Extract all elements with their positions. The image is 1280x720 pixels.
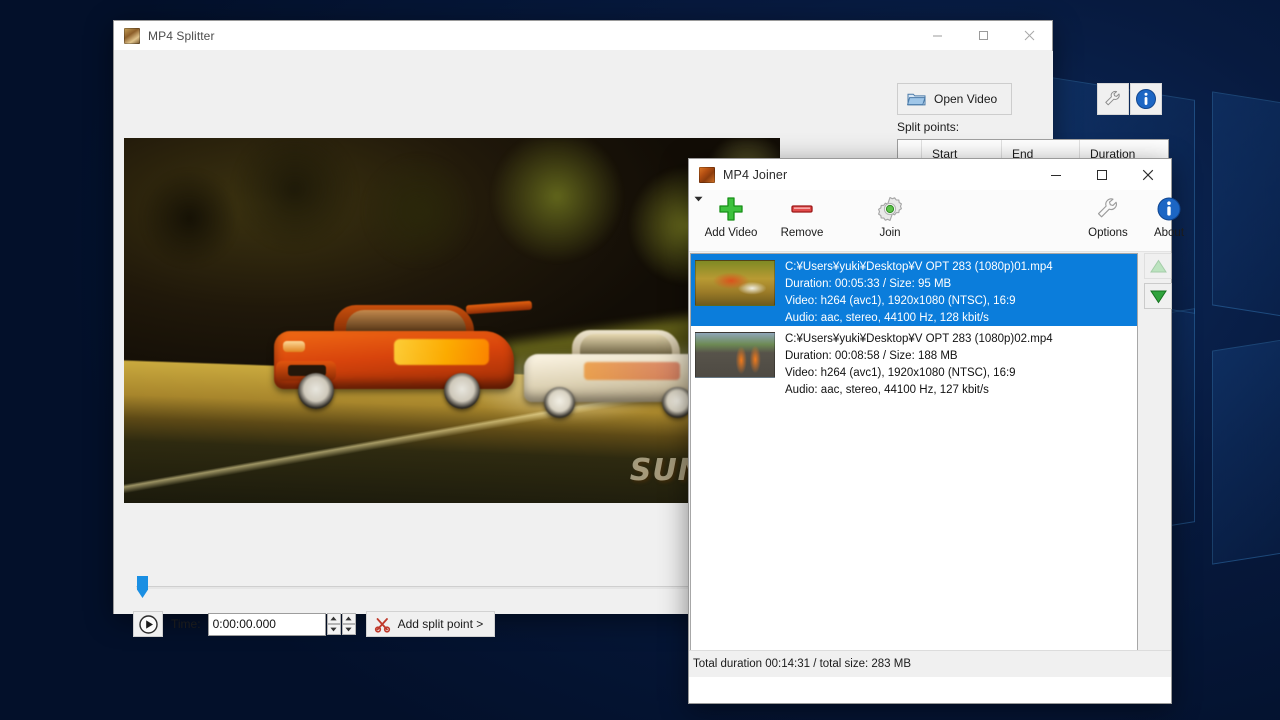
file-duration-size: Duration: 00:05:33 / Size: 95 MB [785,278,952,290]
file-video-info: Video: h264 (avc1), 1920x1080 (NTSC), 16… [785,295,1016,307]
plus-icon [718,194,744,224]
mp4-splitter-icon [124,27,140,44]
list-item[interactable]: C:¥Users¥yuki¥Desktop¥V OPT 283 (1080p)0… [691,326,1137,398]
add-split-point-label: Add split point > [397,617,484,631]
joiner-titlebar[interactable]: MP4 Joiner [689,159,1171,190]
time-input[interactable] [207,612,326,636]
joiner-status-text: Total duration 00:14:31 / total size: 28… [693,658,911,670]
chevron-down-icon [330,627,337,632]
chevron-up-icon [345,616,352,621]
joiner-title: MP4 Joiner [723,167,788,182]
joiner-maximize-button[interactable] [1079,160,1125,190]
add-split-point-button[interactable]: Add split point > [365,611,496,637]
car-rear-wing [465,300,533,315]
video-thumbnail [695,260,775,306]
play-button[interactable] [133,611,163,637]
splitter-window-controls[interactable] [914,21,1052,51]
time-spinner-coarse-down[interactable] [326,624,341,635]
file-duration-size: Duration: 00:08:58 / Size: 188 MB [785,350,958,362]
joiner-about-button[interactable]: About [1141,194,1197,248]
file-metadata: C:¥Users¥yuki¥Desktop¥V OPT 283 (1080p)0… [785,330,1053,396]
open-video-button[interactable]: Open Video [897,83,1012,115]
move-down-button[interactable] [1144,283,1172,309]
file-audio-info: Audio: aac, stereo, 44100 Hz, 128 kbit/s [785,312,989,324]
time-spinner-fine-up[interactable] [341,613,356,624]
time-label: Time: [171,617,201,631]
minus-icon [789,194,815,224]
play-icon [138,614,158,634]
chevron-down-icon [345,627,352,632]
transport-bar: Time: 0:00:00.000 Add split point > [133,611,496,637]
file-video-info: Video: h264 (avc1), 1920x1080 (NTSC), 16… [785,367,1016,379]
splitter-titlebar[interactable]: MP4 Splitter [114,21,1052,51]
joiner-body: C:¥Users¥yuki¥Desktop¥V OPT 283 (1080p)0… [689,252,1172,677]
joiner-close-button[interactable] [1125,160,1171,190]
wrench-icon [1105,90,1120,106]
joiner-minimize-button[interactable] [1033,160,1079,190]
joiner-window-controls[interactable] [1033,160,1171,190]
splitter-left-panel: SUNPROS Time: [123,51,780,637]
joiner-status-bar: Total duration 00:14:31 / total size: 28… [689,650,1171,677]
splitter-options-button[interactable] [1097,83,1129,115]
preview-orange-drift-car [274,300,533,411]
remove-label: Remove [780,227,824,239]
joiner-options-label: Options [1088,227,1128,239]
chevron-up-icon [330,616,337,621]
car-headlight [283,341,305,352]
triangle-down-icon [1149,290,1167,303]
add-video-button[interactable]: Add Video [695,194,767,248]
car-rear-wheel [444,373,480,409]
info-icon [1156,194,1182,224]
timeline[interactable] [124,576,780,602]
wallpaper-pane-top-right [1212,91,1280,331]
file-audio-info: Audio: aac, stereo, 44100 Hz, 127 kbit/s [785,384,989,396]
splitter-maximize-button[interactable] [960,21,1006,51]
move-up-button[interactable] [1144,253,1172,279]
join-label: Join [879,227,901,239]
file-path: C:¥Users¥yuki¥Desktop¥V OPT 283 (1080p)0… [785,333,1053,345]
gear-icon [876,194,904,224]
splitter-title: MP4 Splitter [148,28,215,43]
triangle-up-icon [1149,259,1167,272]
white-car-windshield [580,334,672,356]
split-points-label: Split points: [897,120,960,134]
white-car-front-wheel [544,387,575,418]
scissors-icon [374,617,390,633]
info-icon [1136,89,1156,109]
folder-icon [907,93,926,106]
joiner-toolbar: Add Video Remove Join Options About [689,190,1184,252]
joiner-about-label: About [1153,227,1185,239]
time-spinner-coarse[interactable] [326,613,341,635]
join-button[interactable]: Join [861,194,919,248]
car-livery-decal [394,339,489,365]
file-metadata: C:¥Users¥yuki¥Desktop¥V OPT 283 (1080p)0… [785,258,1053,324]
desktop: MP4 Splitter Time: 0:00:00.000 Add split… [0,0,1280,720]
time-spinner-fine-down[interactable] [341,624,356,635]
splitter-minimize-button[interactable] [914,21,960,51]
time-spinner-coarse-up[interactable] [326,613,341,624]
timeline-track[interactable] [136,586,776,589]
video-thumbnail [695,332,775,378]
time-spinner-fine[interactable] [341,613,356,635]
open-video-label: Open Video [934,92,998,106]
splitter-close-button[interactable] [1006,21,1052,51]
wallpaper-pane-bottom-right [1212,325,1280,565]
video-preview[interactable]: SUNPROS [124,138,780,503]
car-front-wheel [298,373,334,409]
white-car-livery-decal [584,362,680,380]
timeline-playhead[interactable] [137,576,148,598]
video-file-list[interactable]: C:¥Users¥yuki¥Desktop¥V OPT 283 (1080p)0… [690,253,1138,670]
remove-button[interactable]: Remove [771,194,833,248]
add-video-label: Add Video [704,227,758,239]
splitter-about-button[interactable] [1130,83,1162,115]
file-path: C:¥Users¥yuki¥Desktop¥V OPT 283 (1080p)0… [785,261,1053,273]
joiner-options-button[interactable]: Options [1077,194,1139,248]
list-item[interactable]: C:¥Users¥yuki¥Desktop¥V OPT 283 (1080p)0… [691,254,1137,326]
list-reorder-buttons [1144,253,1172,309]
mp4-joiner-window[interactable]: MP4 Joiner Add Video Remove Join Options… [688,158,1184,704]
mp4-joiner-icon [699,166,715,183]
wrench-icon [1095,194,1121,224]
